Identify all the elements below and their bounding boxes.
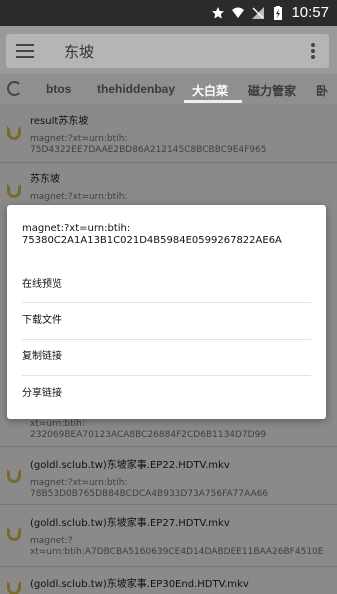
- star-icon: [212, 6, 225, 18]
- list-item-magnet: magnet:?xt=urn:btih: 78B53D0B765DB84BCDC…: [30, 478, 269, 499]
- menu-icon[interactable]: [16, 44, 34, 58]
- list-item-title: (goldl.sclub.tw)东坡家事.EP30End.HDTV.mkv: [30, 579, 249, 590]
- magnet-icon: [7, 527, 21, 541]
- overflow-menu-icon[interactable]: [311, 43, 315, 59]
- list-item-magnet: xt=urn:btih: 232069BEA70123ACA8BC26884F2…: [30, 419, 267, 440]
- tab-wo[interactable]: 卧: [316, 82, 328, 99]
- magnet-icon: [7, 184, 21, 198]
- list-item-title: (goldl.sclub.tw)东坡家事.EP22.HDTV.mkv: [30, 460, 230, 471]
- search-input[interactable]: 东坡: [64, 41, 94, 62]
- tab-dabaicai[interactable]: 大白菜: [192, 82, 228, 99]
- active-tab-indicator: [184, 100, 242, 103]
- tab-cili-guanjia[interactable]: 磁力管家: [248, 82, 296, 99]
- status-time: 10:57: [291, 4, 329, 21]
- wifi-icon: [232, 7, 245, 18]
- list-item-magnet: magnet:?xt=urn:btih:: [30, 192, 128, 202]
- divider: [0, 162, 337, 163]
- battery-icon: [274, 5, 283, 20]
- list-item-title: result苏东坡: [30, 116, 89, 127]
- download-file-option[interactable]: 下载文件: [22, 303, 312, 339]
- list-item-magnet: magnet:?xt=urn:btih: 75D4322EE7DAAE2BD86…: [30, 134, 267, 155]
- tab-btos[interactable]: btos: [46, 82, 71, 96]
- no-signal-icon: [252, 6, 265, 19]
- magnet-icon: [7, 581, 21, 594]
- magnet-icon: [7, 469, 21, 483]
- status-bar: 10:57: [0, 0, 337, 26]
- status-icons: 10:57: [211, 4, 329, 21]
- divider: [0, 504, 337, 505]
- divider: [0, 566, 337, 567]
- toolbar: 东坡: [0, 26, 337, 74]
- list-item-title: (goldl.sclub.tw)东坡家事.EP27.HDTV.mkv: [30, 518, 230, 529]
- list-item-magnet: magnet:? xt=urn:btih:A7DBCBA5160639CE4D1…: [30, 536, 324, 557]
- refresh-icon[interactable]: [7, 81, 22, 96]
- list-item-title: 苏东坡: [30, 174, 60, 185]
- preview-online-option[interactable]: 在线预览: [22, 267, 312, 303]
- dialog-title: magnet:?xt=urn:btih: 75380C2A1A13B1C021D…: [22, 223, 282, 246]
- tab-bar: btos thehiddenbay 大白菜 磁力管家 卧: [0, 74, 337, 104]
- magnet-icon: [7, 126, 21, 140]
- magnet-action-dialog: magnet:?xt=urn:btih: 75380C2A1A13B1C021D…: [7, 205, 326, 419]
- divider: [0, 446, 337, 447]
- tab-thehiddenbay[interactable]: thehiddenbay: [97, 82, 175, 96]
- copy-link-option[interactable]: 复制链接: [22, 339, 312, 375]
- search-box[interactable]: 东坡: [6, 34, 329, 68]
- share-link-option[interactable]: 分享链接: [22, 376, 312, 412]
